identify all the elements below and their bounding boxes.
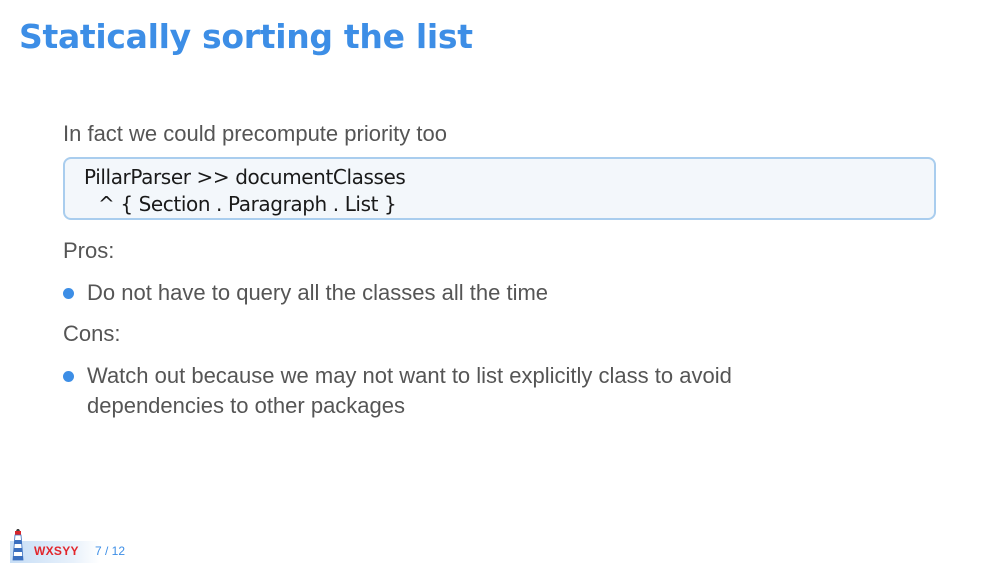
footer: WXSYY 7 / 12: [0, 529, 140, 563]
intro-text: In fact we could precompute priority too: [63, 121, 447, 146]
footer-brand: WXSYY: [34, 544, 79, 558]
bullet-dot-icon: [63, 371, 74, 382]
pros-list-item: Do not have to query all the classes all…: [63, 278, 803, 308]
bullet-dot-icon: [63, 288, 74, 299]
page-number: 7 / 12: [95, 544, 126, 558]
slide-title: Statically sorting the list: [19, 17, 473, 56]
code-line-2: ^ { Section . Paragraph . List }: [98, 192, 397, 216]
pros-label: Pros:: [63, 238, 115, 263]
cons-label: Cons:: [63, 321, 121, 346]
pros-item-text: Do not have to query all the classes all…: [87, 280, 549, 305]
cons-list-item: Watch out because we may not want to lis…: [63, 361, 803, 421]
code-block: PillarParser >> documentClasses ^ { Sect…: [63, 157, 936, 220]
code-line-1: PillarParser >> documentClasses: [84, 165, 406, 189]
cons-item-text: Watch out because we may not want to lis…: [87, 363, 732, 418]
lighthouse-icon: [12, 529, 24, 561]
